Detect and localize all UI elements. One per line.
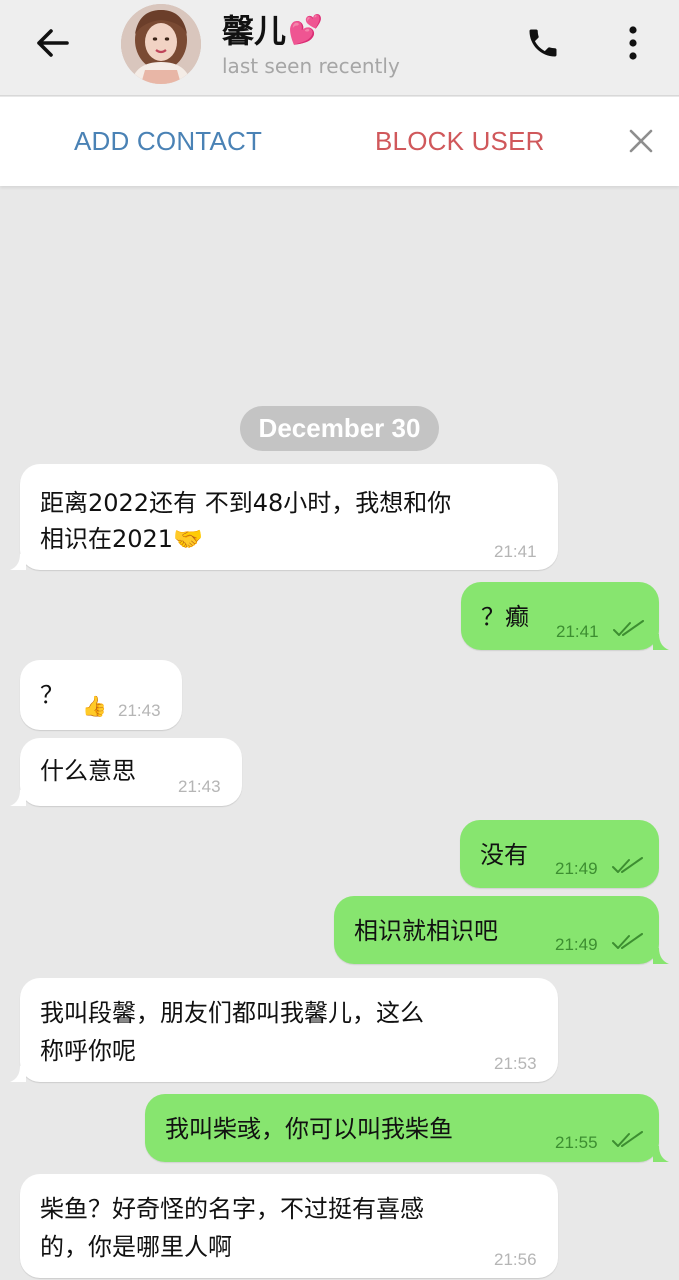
message-time: 21:41 xyxy=(494,542,537,561)
message-text: 我叫段馨，朋友们都叫我馨儿，这么 xyxy=(40,999,424,1027)
message-time: 21:43 xyxy=(178,777,221,796)
message-text: 什么意思 xyxy=(40,757,136,785)
date-separator: December 30 xyxy=(240,406,439,451)
message-outgoing[interactable]: 相识就相识吧 21:49 xyxy=(334,896,659,964)
bubble-tail xyxy=(10,790,26,806)
read-checkmarks-icon xyxy=(613,620,644,636)
message-text: ？癫 xyxy=(481,603,529,631)
back-arrow-icon xyxy=(37,29,69,57)
message-time: 21:49 xyxy=(555,859,598,878)
message-time: 21:56 xyxy=(494,1250,537,1269)
close-action-bar-button[interactable] xyxy=(624,124,658,158)
message-incoming[interactable]: 柴鱼？好奇怪的名字，不过挺有喜感 的，你是哪里人啊 21:56 xyxy=(20,1174,558,1278)
read-checkmarks-icon xyxy=(612,933,643,949)
message-text-line2: 相识在2021🤝 xyxy=(40,520,203,558)
handshake-emoji: 🤝 xyxy=(173,525,203,553)
message-time: 21:43 xyxy=(118,701,161,720)
message-text: 柴鱼？好奇怪的名字，不过挺有喜感 xyxy=(40,1195,424,1223)
message-time: 21:41 xyxy=(556,622,599,641)
phone-icon xyxy=(529,29,557,57)
more-options-button[interactable] xyxy=(612,20,654,66)
call-button[interactable] xyxy=(520,20,566,66)
bubble-tail xyxy=(10,1066,26,1082)
last-seen-status: last seen recently xyxy=(222,54,400,78)
bubble-tail xyxy=(653,1146,669,1162)
bubble-tail xyxy=(10,554,26,570)
message-outgoing[interactable]: 没有 21:49 xyxy=(460,820,659,888)
message-text: 没有 xyxy=(480,841,528,869)
message-text: 距离2022还有 不到48小时，我想和你 xyxy=(40,489,452,517)
add-contact-button[interactable]: ADD CONTACT xyxy=(74,126,262,157)
read-checkmarks-icon xyxy=(612,857,643,873)
message-time: 21:49 xyxy=(555,935,598,954)
message-incoming[interactable]: ？ 👍 21:43 xyxy=(20,660,182,730)
avatar-image xyxy=(121,4,201,84)
bubble-tail xyxy=(653,948,669,964)
chat-title: 馨儿 💕 xyxy=(222,6,323,52)
message-outgoing[interactable]: 我叫柴彧，你可以叫我柴鱼 21:55 xyxy=(145,1094,659,1162)
message-incoming[interactable]: 距离2022还有 不到48小时，我想和你 相识在2021🤝 21:41 xyxy=(20,464,558,570)
message-text-line2: 称呼你呢 xyxy=(40,1037,136,1065)
bubble-tail xyxy=(653,634,669,650)
heart-emoji: 💕 xyxy=(288,12,323,46)
close-icon xyxy=(629,129,653,153)
chat-title-text: 馨儿 xyxy=(222,12,287,50)
message-text-line2-text: 相识在2021 xyxy=(40,525,174,553)
message-outgoing[interactable]: ？癫 21:41 xyxy=(461,582,659,650)
message-text: ？ xyxy=(40,681,64,709)
message-time: 21:53 xyxy=(494,1054,537,1073)
more-vertical-icon xyxy=(629,26,637,60)
back-button[interactable] xyxy=(28,22,76,64)
message-incoming[interactable]: 我叫段馨，朋友们都叫我馨儿，这么 称呼你呢 21:53 xyxy=(20,978,558,1082)
message-text: 相识就相识吧 xyxy=(354,917,498,945)
thumbs-up-reaction[interactable]: 👍 xyxy=(82,694,107,718)
read-checkmarks-icon xyxy=(612,1131,643,1147)
message-text-line2: 的，你是哪里人啊 xyxy=(40,1233,232,1261)
contact-action-bar: ADD CONTACT BLOCK USER xyxy=(0,97,679,186)
chat-header: 馨儿 💕 last seen recently xyxy=(0,0,679,96)
block-user-button[interactable]: BLOCK USER xyxy=(375,126,545,157)
message-text: 我叫柴彧，你可以叫我柴鱼 xyxy=(165,1115,453,1143)
avatar[interactable] xyxy=(121,4,201,84)
message-incoming[interactable]: 什么意思 21:43 xyxy=(20,738,242,806)
message-time: 21:55 xyxy=(555,1133,598,1152)
